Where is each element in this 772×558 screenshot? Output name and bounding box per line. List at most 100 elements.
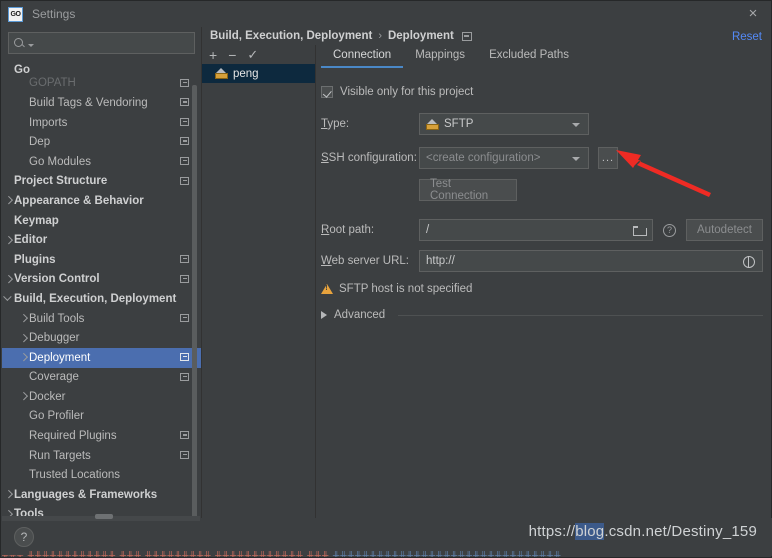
sidebar-item-required-plugins[interactable]: Required Plugins [2,426,201,446]
sidebar-item-debugger[interactable]: Debugger [2,328,201,348]
watermark-highlight-blog: blog [575,523,605,540]
project-scope-badge-icon [461,31,472,41]
chevron-right-icon[interactable] [3,274,14,285]
chevron-right-icon[interactable] [18,352,29,363]
project-scope-badge-icon [180,98,189,107]
chevron-right-icon[interactable] [18,313,29,324]
visible-only-row: Visible only for this project [321,83,763,101]
search-input[interactable] [26,37,194,49]
search-box[interactable] [8,32,195,54]
sidebar-item-label: Languages & Frameworks [14,488,158,501]
sidebar-item-build-execution-deployment[interactable]: Build, Execution, Deployment [2,289,201,309]
sidebar-horizontal-scrollbar[interactable] [2,514,200,521]
sidebar-scrollbar[interactable] [192,85,197,540]
sidebar-item-plugins[interactable]: Plugins [2,250,201,270]
reset-link[interactable]: Reset [732,31,762,43]
sidebar-item-languages-frameworks[interactable]: Languages & Frameworks [2,485,201,505]
add-server-button[interactable]: + [209,48,217,62]
breadcrumb-leaf: Deployment [387,30,454,42]
root-path-row: Root path: / ? Autodetect [321,219,763,241]
sidebar-item-label: Deployment [29,351,91,364]
sidebar-item-deployment[interactable]: Deployment [2,347,201,368]
root-path-input[interactable]: / [419,219,654,241]
go-app-icon: GO [8,6,23,22]
scrollbar-thumb[interactable] [95,514,113,519]
sidebar-item-go-profiler[interactable]: Go Profiler [2,407,201,427]
project-scope-badge-icon [180,176,189,185]
chevron-down-icon [572,123,580,127]
sidebar-item-label: Run Targets [29,449,91,462]
sidebar-item-keymap[interactable]: Keymap [2,211,201,231]
set-default-server-button[interactable]: ✓ [247,48,258,61]
sidebar-item-label: Appearance & Behavior [14,194,144,207]
sidebar-item-docker[interactable]: Docker [2,387,201,407]
sidebar-item-trusted-locations[interactable]: Trusted Locations [2,465,201,485]
help-icon[interactable]: ? [663,223,677,237]
watermark-prefix: https:// [528,523,576,540]
tab-connection[interactable]: Connection [321,49,404,68]
sidebar-item-label: Trusted Locations [29,469,120,482]
web-url-row: Web server URL: http:// [321,250,763,272]
sidebar-item-project-structure[interactable]: Project Structure [2,172,201,192]
sidebar-item-label: Build, Execution, Deployment [14,292,177,305]
help-button[interactable]: ? [14,527,34,547]
chevron-right-icon[interactable] [321,311,327,319]
watermark-suffix: _159 [722,523,757,540]
sidebar-item-label: Go Modules [29,155,92,168]
advanced-section[interactable]: Advanced [321,309,763,321]
tab-mappings[interactable]: Mappings [403,49,477,68]
sidebar-item-label: Build Tags & Vendoring [29,96,148,109]
sidebar-item-run-targets[interactable]: Run Targets [2,446,201,466]
test-connection-button[interactable]: Test Connection [419,178,517,202]
sidebar-item-build-tools[interactable]: Build Tools [2,309,201,329]
project-scope-badge-icon [180,450,189,459]
sidebar-item-go-modules[interactable]: Go Modules [2,152,201,172]
sidebar-item-label: Version Control [14,273,100,286]
chevron-right-icon[interactable] [3,489,14,500]
globe-icon[interactable] [743,255,755,268]
bottom-strip-blue: ╫╫╫╫╫╫╫╫╫╫╫╫╫╫╫╫╫╫╫╫╫╫╫╫╫╫╫╫╫╫╫ [332,551,562,557]
tab-excluded-paths[interactable]: Excluded Paths [477,49,581,68]
sidebar-item-editor[interactable]: Editor [2,230,201,250]
web-url-input[interactable]: http:// [419,250,763,272]
test-connection-row: Test Connection [321,178,763,202]
chevron-right-icon[interactable] [18,391,29,402]
chevron-down-icon[interactable] [3,293,14,304]
list-divider [315,45,316,521]
ssh-config-value: <create configuration> [426,152,541,164]
sidebar-item-gopath[interactable]: GOPATH [2,74,201,94]
sidebar-item-imports[interactable]: Imports [2,113,201,133]
visible-only-label: Visible only for this project [340,86,474,98]
chevron-right-icon[interactable] [18,333,29,344]
advanced-divider [398,314,763,316]
list-item[interactable]: peng [202,64,315,83]
sidebar-item-label: Docker [29,390,66,403]
ssh-config-select[interactable]: <create configuration> [419,147,589,169]
deployment-list-toolbar: + − ✓ [204,45,314,64]
window-title: Settings [32,7,76,21]
sidebar-item-dep[interactable]: Dep [2,132,201,152]
bottom-strip-red: ╥╥╥ ╫╫╫╫╫╫╫╫╫╫╫╫ ╫╫╫ ╫╫╫╫╫╫╫╫╫ ╫╫╫╫╫╫╫╫╫… [2,551,333,557]
warning-text: SFTP host is not specified [339,283,473,295]
warning-icon [321,284,333,294]
type-select[interactable]: SFTP [419,113,589,135]
remove-server-button[interactable]: − [228,48,236,62]
visible-only-checkbox[interactable] [321,86,333,98]
chevron-down-icon [572,157,580,161]
bottom-clipped-text: ╥╥╥ ╫╫╫╫╫╫╫╫╫╫╫╫ ╫╫╫ ╫╫╫╫╫╫╫╫╫ ╫╫╫╫╫╫╫╫╫… [2,551,772,557]
type-label: Type: [321,118,350,130]
ssh-config-browse-button[interactable]: ... [598,147,618,169]
sidebar-item-label: Keymap [14,214,59,227]
watermark: https://blog.csdn.net/Destiny_159 [529,523,757,540]
chevron-right-icon[interactable] [3,235,14,246]
close-icon[interactable]: × [745,6,761,23]
folder-icon[interactable] [633,226,648,236]
autodetect-button[interactable]: Autodetect [686,219,763,241]
sidebar-item-appearance-behavior[interactable]: Appearance & Behavior [2,191,201,211]
sidebar-item-coverage[interactable]: Coverage [2,368,201,388]
breadcrumb-root[interactable]: Build, Execution, Deployment [210,30,372,42]
connection-tabs: Connection Mappings Excluded Paths [321,49,581,68]
chevron-right-icon[interactable] [3,195,14,206]
sidebar-item-version-control[interactable]: Version Control [2,270,201,290]
sidebar-item-build-tags-vendoring[interactable]: Build Tags & Vendoring [2,93,201,113]
